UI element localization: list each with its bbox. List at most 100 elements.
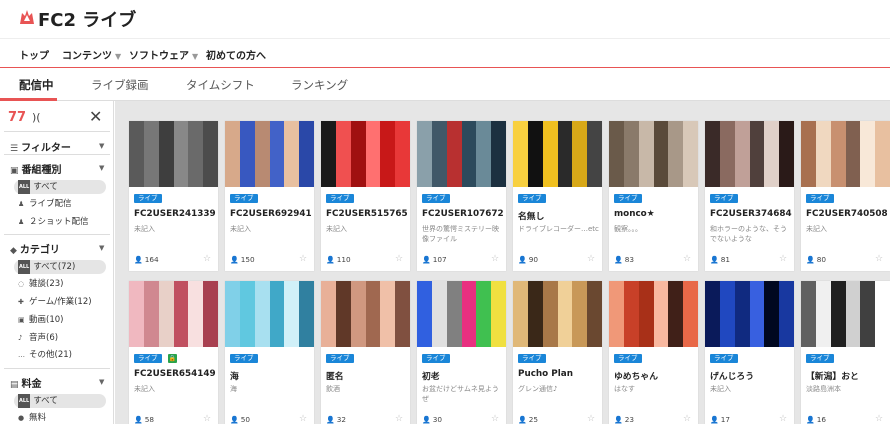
star-icon[interactable]: ☆ <box>779 414 787 424</box>
star-icon[interactable]: ☆ <box>587 414 595 424</box>
tab-timeshift[interactable]: タイムシフト <box>186 77 255 93</box>
star-icon[interactable]: ☆ <box>299 414 307 424</box>
category-all[interactable]: ALL すべて(72) <box>14 260 106 274</box>
stream-thumbnail[interactable] <box>513 121 602 187</box>
fee-all[interactable]: ALL すべて <box>14 394 106 408</box>
nav-contents[interactable]: コンテンツ ▼ <box>62 47 121 62</box>
stream-card[interactable]: ライブ 初老 お盆だけどサムネ見ようぜ 👤 30 ☆ <box>417 281 506 424</box>
nav-beginners[interactable]: 初めての方へ <box>206 47 266 62</box>
stream-title[interactable]: FC2USER241339 <box>134 209 218 219</box>
stream-card[interactable]: ライブ げんじろう 未記入 👤 17 ☆ <box>705 281 794 424</box>
stream-thumbnail[interactable] <box>129 121 218 187</box>
stream-thumbnail[interactable] <box>225 281 314 347</box>
stream-thumbnail[interactable] <box>705 281 794 347</box>
stream-card[interactable]: ライブ monco★ 観察。。。 👤 83 ☆ <box>609 121 698 271</box>
stream-title[interactable]: 海 <box>230 369 314 382</box>
filter-toggle-icon[interactable]: )( <box>32 111 41 124</box>
category-chat[interactable]: ◌ 雑談(23) <box>14 277 106 291</box>
stream-thumbnail[interactable] <box>801 281 890 347</box>
stream-title[interactable]: 名無し <box>518 209 602 222</box>
chevron-down-icon[interactable]: ▼ <box>99 244 104 252</box>
close-icon[interactable]: ✕ <box>89 107 102 126</box>
stream-card[interactable]: ライブ Pucho Plan グレン通信♪ 👤 25 ☆ <box>513 281 602 424</box>
stream-title[interactable]: 匿名 <box>326 369 410 382</box>
stream-thumbnail[interactable] <box>609 281 698 347</box>
category-game[interactable]: ✚ ゲーム/作業(12) <box>14 295 106 309</box>
star-icon[interactable]: ☆ <box>683 254 691 264</box>
stream-title[interactable]: Pucho Plan <box>518 369 602 379</box>
category-audio[interactable]: ♪ 音声(6) <box>14 331 106 345</box>
star-icon[interactable]: ☆ <box>491 414 499 424</box>
chevron-down-icon[interactable]: ▼ <box>99 164 104 172</box>
star-icon[interactable]: ☆ <box>395 414 403 424</box>
stream-title[interactable]: monco★ <box>614 209 698 219</box>
fc2-logo-icon[interactable] <box>19 9 35 26</box>
star-icon[interactable]: ☆ <box>875 414 883 424</box>
program-type-twoshot[interactable]: ♟ ２ショット配信 <box>14 215 106 229</box>
stream-card[interactable]: ライブ 🔒 FC2USER654149 未記入 👤 58 ☆ <box>129 281 218 424</box>
star-icon[interactable]: ☆ <box>395 254 403 264</box>
stream-card[interactable]: ライブ FC2USER107672 世界の驚愕ミステリー映像ファイル 👤 107 ☆ <box>417 121 506 271</box>
chevron-down-icon[interactable]: ▼ <box>99 378 104 386</box>
stream-thumbnail[interactable] <box>321 121 410 187</box>
thumbnail-pixel <box>491 173 506 187</box>
tab-recordings[interactable]: ライブ録画 <box>91 77 149 93</box>
filter-heading[interactable]: ☰ フィルター <box>10 139 71 154</box>
program-type-live[interactable]: ♟ ライブ配信 <box>14 197 106 211</box>
stream-card[interactable]: ライブ FC2USER374684 和ホラーのような、そうでないような 👤 81 ☆ <box>705 121 794 271</box>
stream-title[interactable]: 【新潟】おと <box>806 369 890 382</box>
stream-thumbnail[interactable] <box>801 121 890 187</box>
chevron-down-icon[interactable]: ▼ <box>99 142 104 150</box>
stream-thumbnail[interactable] <box>705 121 794 187</box>
stream-thumbnail[interactable] <box>609 121 698 187</box>
logo-text[interactable]: FC2 ライブ <box>38 6 136 32</box>
nav-software[interactable]: ソフトウェア ▼ <box>129 47 198 62</box>
stream-title[interactable]: FC2USER374684 <box>710 209 794 219</box>
stream-title[interactable]: FC2USER515765 <box>326 209 410 219</box>
thumbnail-pixel <box>734 307 751 322</box>
star-icon[interactable]: ☆ <box>203 254 211 264</box>
program-type-heading[interactable]: ▣ 番組種別 <box>10 161 62 176</box>
category-video[interactable]: ▣ 動画(10) <box>14 313 106 327</box>
stream-thumbnail[interactable] <box>417 121 506 187</box>
stream-card[interactable]: ライブ 【新潟】おと 淡路島洲本 👤 16 ☆ <box>801 281 890 424</box>
stream-title[interactable]: FC2USER107672 <box>422 209 506 219</box>
star-icon[interactable]: ☆ <box>779 254 787 264</box>
tab-ranking[interactable]: ランキング <box>291 77 348 93</box>
stream-card[interactable]: ライブ 名無し ドライブレコーダー…etc 👤 90 ☆ <box>513 121 602 271</box>
stream-thumbnail[interactable] <box>225 121 314 187</box>
star-icon[interactable]: ☆ <box>491 254 499 264</box>
stream-card[interactable]: ライブ 匿名 飲酒 👤 32 ☆ <box>321 281 410 424</box>
star-icon[interactable]: ☆ <box>587 254 595 264</box>
star-icon[interactable]: ☆ <box>299 254 307 264</box>
stream-title[interactable]: 初老 <box>422 369 506 382</box>
star-icon[interactable]: ☆ <box>875 254 883 264</box>
stream-card[interactable]: ライブ FC2USER692941 未記入 👤 150 ☆ <box>225 121 314 271</box>
stream-title[interactable]: ゆめちゃん <box>614 369 698 382</box>
stream-card[interactable]: ライブ FC2USER515765 未記入 👤 110 ☆ <box>321 121 410 271</box>
stream-thumbnail[interactable] <box>129 281 218 347</box>
stream-title[interactable]: FC2USER692941 <box>230 209 314 219</box>
category-heading[interactable]: ◆ カテゴリ <box>10 241 60 256</box>
stream-card[interactable]: ライブ FC2USER241339 未記入 👤 164 ☆ <box>129 121 218 271</box>
stream-card[interactable]: ライブ ゆめちゃん はなす 👤 23 ☆ <box>609 281 698 424</box>
star-icon[interactable]: ☆ <box>203 414 211 424</box>
nav-top[interactable]: トップ <box>19 47 49 62</box>
stream-title[interactable]: FC2USER654149 <box>134 369 218 379</box>
stream-card[interactable]: ライブ FC2USER740508 未記入 👤 80 ☆ <box>801 121 890 271</box>
stream-title[interactable]: げんじろう <box>710 369 794 382</box>
tab-live[interactable]: 配信中 <box>19 77 54 93</box>
star-icon[interactable]: ☆ <box>683 414 691 424</box>
stream-thumbnail[interactable] <box>321 281 410 347</box>
thumbnail-pixel <box>446 307 463 322</box>
stream-thumbnail[interactable] <box>513 281 602 347</box>
stream-thumbnail[interactable] <box>417 281 506 347</box>
fee-heading[interactable]: ▤ 料金 <box>10 375 42 390</box>
program-type-all[interactable]: ALL すべて <box>14 180 106 194</box>
category-other[interactable]: … その他(21) <box>14 348 106 362</box>
thumbnail-pixel <box>572 147 589 162</box>
stream-title[interactable]: FC2USER740508 <box>806 209 890 219</box>
stream-card[interactable]: ライブ海海 👤 50 ☆ <box>225 281 314 424</box>
thumbnail-pixel <box>335 320 352 335</box>
fee-free[interactable]: ● 無料 <box>14 411 106 424</box>
